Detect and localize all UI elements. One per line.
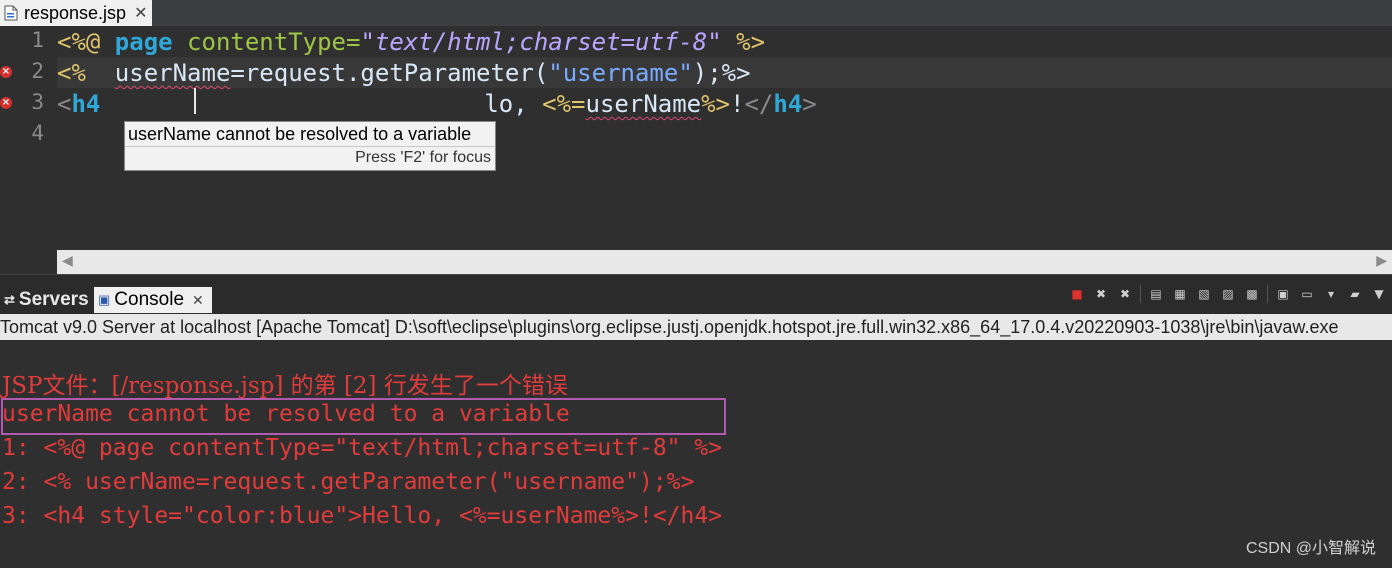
display-dropdown-icon[interactable]: ▾ [1322,285,1340,303]
line-number: 4 [31,121,44,145]
console-icon: ▣ [98,292,111,307]
jsp-open-delimiter: <%@ [57,28,115,56]
unresolved-variable[interactable]: userName [586,90,702,118]
console-source-line: 1: <%@ page contentType="text/html;chars… [2,435,723,461]
tab-servers[interactable]: ⇄ Servers [4,287,89,313]
console-error-heading: JSP文件：[/response.jsp] 的第 [2] 行发生了一个错误 [2,373,568,399]
file-icon [4,5,18,21]
tab-label: Console [114,289,185,310]
word-wrap-icon[interactable]: ▧ [1195,285,1213,303]
editor-tab-response-jsp[interactable]: response.jsp ✕ [0,0,152,26]
horizontal-scrollbar[interactable]: ◀ ▶ [57,250,1392,274]
scriptlet-close: );%> [692,59,751,87]
line-number: 2 [31,59,44,83]
close-icon[interactable]: ✕ [134,3,147,23]
clear-console-icon[interactable]: ▤ [1147,285,1165,303]
watermark: CSDN @小智解说 [1245,540,1376,557]
tooltip-message: userName cannot be resolved to a variabl… [128,124,472,144]
attribute-name: contentType [187,28,346,56]
string-argument: "username" [548,59,693,87]
tag-bracket: </ [744,90,774,118]
scriptlet-open: <% [57,59,115,87]
console-source-line: 3: <h4 style="color:blue">Hello, <%=user… [2,503,723,529]
tooltip-divider [125,146,495,147]
error-hover-tooltip[interactable]: userName cannot be resolved to a variabl… [124,121,496,171]
open-console-icon[interactable]: ▰ [1346,285,1364,303]
code-line-3[interactable]: <h4 lo, <%=userName%>!</h4> [57,89,817,120]
text-caret [194,88,196,114]
toolbar-separator [1267,285,1268,303]
unresolved-variable[interactable]: userName [115,59,231,87]
code-editor[interactable]: 1 2 3 4 × × <%@ page contentType="text/h… [0,26,1392,250]
toolbar-separator [1140,285,1141,303]
remove-launch-icon[interactable]: ✖ [1092,285,1110,303]
error-marker-icon[interactable]: × [0,97,12,109]
tab-console[interactable]: ▣ Console ✕ [94,287,212,313]
servers-icon: ⇄ [4,292,15,307]
show-on-stdout-icon[interactable]: ▨ [1219,285,1237,303]
remove-all-terminated-icon[interactable]: ✖ [1116,285,1134,303]
expression-open: <%= [542,90,586,118]
scroll-left-icon[interactable]: ◀ [62,253,73,269]
gutter-spacer [0,250,57,274]
text-fragment: lo, [484,90,543,118]
editor-tab-label: response.jsp [24,2,127,23]
tag-name: h4 [773,90,803,118]
console-source-line: 2: <% userName=request.getParameter("use… [2,469,695,495]
tooltip-hint: Press 'F2' for focus [355,149,491,166]
console-process-title: Tomcat v9.0 Server at localhost [Apache … [0,314,1392,340]
text-fragment: ! [730,90,745,118]
display-console-icon[interactable]: ▭ [1298,285,1316,303]
attribute-value: "text/html;charset=utf-8" [360,28,722,56]
tag-bracket: > [802,90,817,118]
show-on-stderr-icon[interactable]: ▩ [1243,285,1261,303]
expression-close: %> [701,90,731,118]
pin-console-icon[interactable]: ▣ [1274,285,1292,303]
line-number: 3 [31,90,44,114]
equals-sign: = [346,28,361,56]
tab-label: Servers [18,289,89,310]
close-icon[interactable]: ✕ [192,292,204,309]
tag-name: h4 [71,90,101,118]
scroll-lock-icon[interactable]: ▦ [1171,285,1189,303]
directive-keyword: page [114,28,188,56]
error-marker-icon[interactable]: × [0,66,12,78]
code-line-2[interactable]: <% userName=request.getParameter("userna… [57,58,751,89]
annotation-highlight-box [1,398,726,435]
console-toolbar: ■ ✖ ✖ ▤ ▦ ▧ ▨ ▩ ▣ ▭ ▾ ▰ ▼ [1068,285,1388,303]
editor-tab-bar: response.jsp ✕ [0,0,1392,26]
bottom-panel-tab-bar: ⇄ Servers ▣ Console ✕ ■ ✖ ✖ ▤ ▦ ▧ ▨ ▩ ▣ … [0,274,1392,315]
method-call: =request.getParameter( [230,59,549,87]
jsp-close-delimiter: %> [721,28,766,56]
scroll-right-icon[interactable]: ▶ [1376,253,1387,269]
terminate-icon[interactable]: ■ [1068,285,1086,303]
tag-bracket: < [57,90,72,118]
code-line-1[interactable]: <%@ page contentType="text/html;charset=… [57,27,765,58]
view-menu-icon[interactable]: ▼ [1370,285,1388,303]
line-number: 1 [31,28,44,52]
